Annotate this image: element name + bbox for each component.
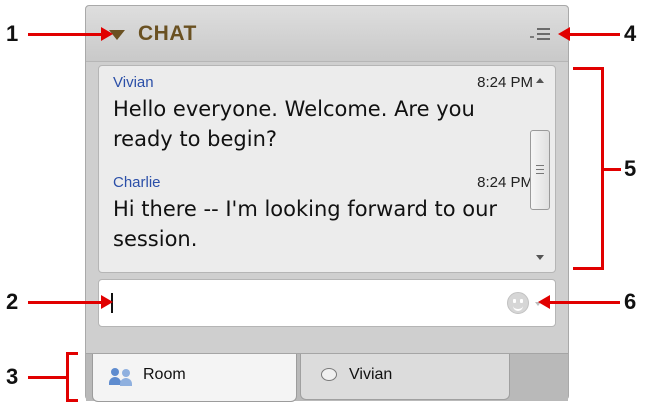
message-item: Charlie 8:24 PM Hi there -- I'm looking … xyxy=(113,174,533,254)
chat-panel: CHAT Vivian 8:24 PM Hello everyone. Welc… xyxy=(85,5,569,402)
callout-number: 5 xyxy=(624,156,637,181)
panel-title: CHAT xyxy=(138,22,197,45)
message-text: Hi there -- I'm looking forward to our s… xyxy=(113,197,498,251)
chat-tab-strip: Room Vivian xyxy=(86,353,568,402)
emoticon-icon[interactable] xyxy=(507,292,529,314)
scroll-up-arrow-icon[interactable] xyxy=(536,78,544,83)
message-sender: Vivian xyxy=(113,74,154,91)
message-sender: Charlie xyxy=(113,174,161,191)
callout-number: 2 xyxy=(6,289,19,314)
tab-room-label: Room xyxy=(143,366,186,383)
message-input[interactable] xyxy=(98,279,556,327)
scroll-down-arrow-icon[interactable] xyxy=(536,255,544,260)
tab-vivian[interactable]: Vivian xyxy=(300,354,510,400)
people-icon xyxy=(109,368,135,386)
scrollbar-thumb[interactable] xyxy=(530,130,550,210)
tab-vivian-label: Vivian xyxy=(349,366,393,383)
message-text: Hello everyone. Welcome. Are you ready t… xyxy=(113,97,475,151)
message-list[interactable]: Vivian 8:24 PM Hello everyone. Welcome. … xyxy=(98,65,556,273)
callout-number: 6 xyxy=(624,289,637,314)
message-time: 8:24 PM xyxy=(477,174,533,191)
message-time: 8:24 PM xyxy=(477,74,533,91)
tab-room[interactable]: Room xyxy=(92,354,297,402)
chat-titlebar: CHAT xyxy=(86,6,568,62)
callout-number: 1 xyxy=(6,21,19,46)
message-scrollbar[interactable] xyxy=(527,70,553,268)
options-menu-icon[interactable] xyxy=(530,26,556,44)
message-item: Vivian 8:24 PM Hello everyone. Welcome. … xyxy=(113,74,533,154)
chat-bubble-icon xyxy=(321,368,337,381)
callout-number: 4 xyxy=(624,21,637,46)
callout-number: 3 xyxy=(6,364,19,389)
